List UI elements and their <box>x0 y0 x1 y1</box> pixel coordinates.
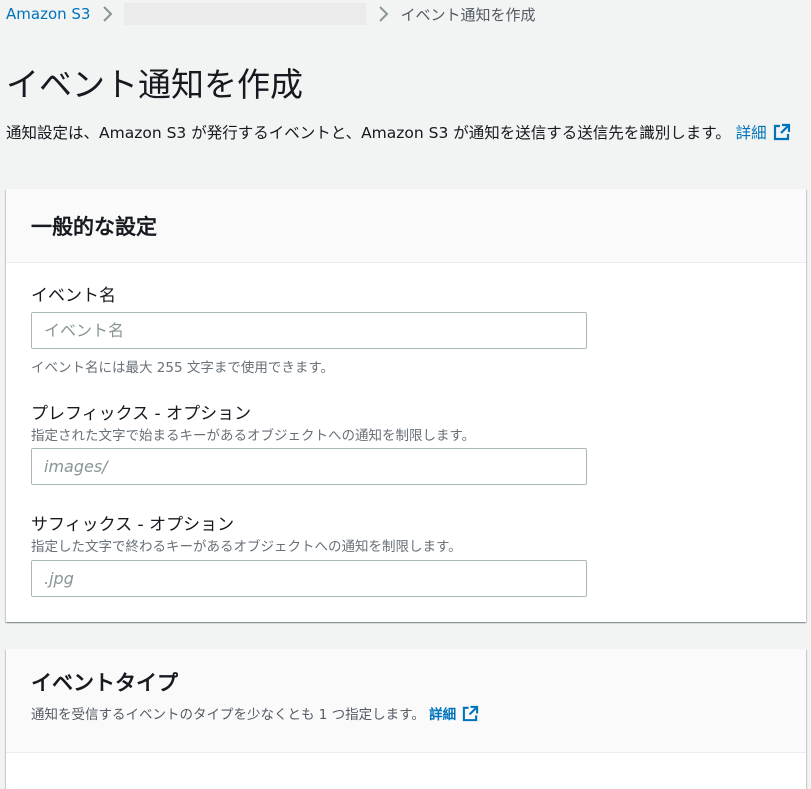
event-types-panel: イベントタイプ 通知を受信するイベントのタイプを少なくとも 1 つ指定します。 … <box>6 649 806 789</box>
external-link-icon <box>462 705 479 726</box>
breadcrumb-amazon-s3[interactable]: Amazon S3 <box>6 5 90 23</box>
prefix-label: プレフィックス - オプション <box>31 404 252 424</box>
suffix-description: 指定した文字で終わるキーがあるオブジェクトへの通知を制限します。 <box>31 539 462 555</box>
event-types-title: イベントタイプ <box>31 671 178 695</box>
page-title: イベント通知を作成 <box>6 65 303 104</box>
page-description: 通知設定は、Amazon S3 が発行するイベントと、Amazon S3 が通知… <box>6 120 796 149</box>
event-name-input[interactable] <box>31 312 587 349</box>
general-settings-header: 一般的な設定 <box>6 189 806 263</box>
suffix-input[interactable] <box>31 560 587 597</box>
page-description-text: 通知設定は、Amazon S3 が発行するイベントと、Amazon S3 が通知… <box>6 124 731 142</box>
event-name-label: イベント名 <box>31 286 116 306</box>
breadcrumb-current: イベント通知を作成 <box>400 5 536 24</box>
breadcrumb: Amazon S3 イベント通知を作成 <box>6 2 535 26</box>
general-settings-title: 一般的な設定 <box>31 214 157 239</box>
event-types-details-label: 詳細 <box>429 707 457 723</box>
event-types-description: 通知を受信するイベントのタイプを少なくとも 1 つ指定します。 詳細 <box>31 703 781 726</box>
prefix-description: 指定された文字で始まるキーがあるオブジェクトへの通知を制限します。 <box>31 428 476 444</box>
event-types-details-link[interactable]: 詳細 <box>429 705 479 726</box>
details-link[interactable]: 詳細 <box>735 123 791 142</box>
chevron-right-icon <box>102 3 114 25</box>
details-link-label: 詳細 <box>735 124 767 142</box>
event-types-header: イベントタイプ 通知を受信するイベントのタイプを少なくとも 1 つ指定します。 … <box>6 649 806 753</box>
suffix-label: サフィックス - オプション <box>31 515 235 535</box>
event-types-description-text: 通知を受信するイベントのタイプを少なくとも 1 つ指定します。 <box>31 707 425 723</box>
breadcrumb-bucket-redacted[interactable] <box>124 3 367 25</box>
general-settings-panel: 一般的な設定 イベント名 イベント名には最大 255 文字まで使用できます。 プ… <box>6 189 806 622</box>
chevron-right-icon <box>378 3 390 25</box>
prefix-input[interactable] <box>31 448 587 485</box>
event-name-hint: イベント名には最大 255 文字まで使用できます。 <box>31 360 334 376</box>
external-link-icon <box>773 123 791 149</box>
